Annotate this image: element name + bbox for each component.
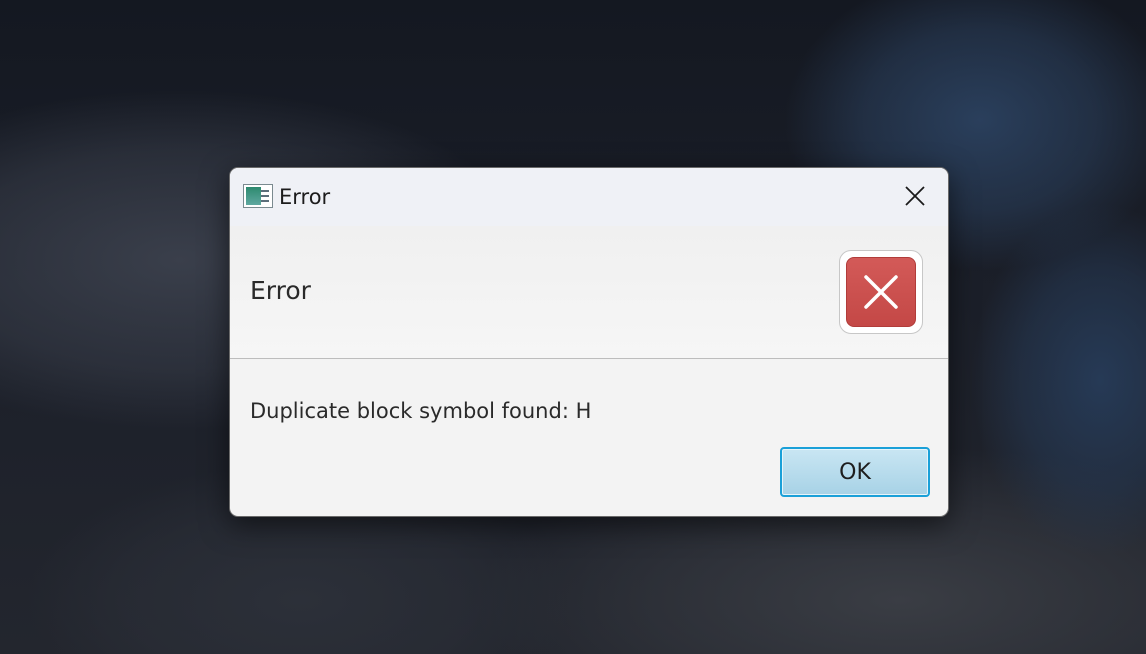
java-app-icon (243, 184, 273, 208)
title-bar[interactable]: Error (230, 168, 948, 226)
error-dialog: Error Error Duplicate block symbol found… (229, 167, 949, 517)
close-icon (905, 186, 925, 206)
error-x-icon (839, 250, 923, 334)
dialog-header: Error (230, 226, 948, 359)
ok-button[interactable]: OK (780, 447, 930, 497)
header-text: Error (250, 276, 311, 305)
window-title: Error (279, 185, 331, 209)
close-button[interactable] (882, 168, 948, 224)
error-message: Duplicate block symbol found: H (250, 399, 592, 423)
